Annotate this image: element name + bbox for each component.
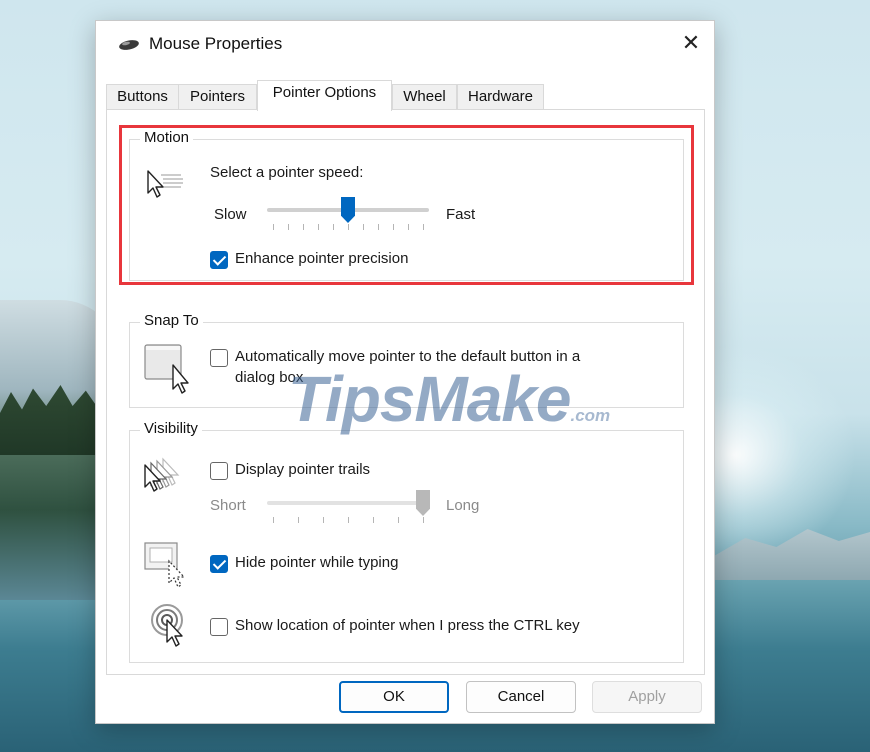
slider-tick [348, 517, 349, 523]
short-label: Short [210, 497, 246, 514]
title-bar[interactable]: Mouse Properties ✕ [96, 21, 714, 69]
trail-length-thumb[interactable] [416, 490, 430, 516]
cancel-button[interactable]: Cancel [466, 681, 576, 713]
pointer-trails-checkbox[interactable] [210, 462, 228, 480]
trail-length-slider[interactable] [267, 501, 429, 505]
show-location-checkbox[interactable] [210, 618, 228, 636]
hide-pointer-checkbox[interactable] [210, 555, 228, 573]
tab-pointers[interactable]: Pointers [178, 84, 257, 110]
mouse-icon [119, 40, 139, 50]
close-button[interactable]: ✕ [668, 21, 714, 65]
pointer-trails-icon [144, 457, 180, 492]
slider-tick [298, 517, 299, 523]
snap-to-legend: Snap To [140, 312, 203, 329]
apply-button[interactable]: Apply [592, 681, 702, 713]
window-title: Mouse Properties [149, 34, 283, 53]
slider-tick [398, 517, 399, 523]
show-location-label[interactable]: Show location of pointer when I press th… [235, 617, 580, 634]
tab-buttons[interactable]: Buttons [106, 84, 179, 110]
motion-highlight-box [119, 125, 694, 285]
snap-to-icon [144, 344, 189, 394]
pointer-trails-label[interactable]: Display pointer trails [235, 461, 370, 478]
visibility-legend: Visibility [140, 420, 202, 437]
slider-tick [373, 517, 374, 523]
close-icon: ✕ [681, 30, 701, 55]
trail-length-ticks [273, 517, 424, 523]
snap-to-label-line1[interactable]: Automatically move pointer to the defaul… [235, 348, 580, 365]
visibility-group: Visibility Display pointer trails Short … [129, 420, 684, 663]
tab-wheel[interactable]: Wheel [392, 84, 457, 110]
long-label: Long [446, 497, 480, 514]
snap-to-label-line2[interactable]: dialog box [235, 369, 303, 386]
tab-pointer-options[interactable]: Pointer Options [257, 80, 392, 111]
tab-strip: Buttons Pointers Pointer Options Wheel H… [106, 80, 706, 111]
snap-to-checkbox[interactable] [210, 349, 228, 367]
slider-tick [273, 517, 274, 523]
snap-to-group: Snap To Automatically move pointer to th… [129, 312, 684, 408]
slider-tick [323, 517, 324, 523]
hide-pointer-label[interactable]: Hide pointer while typing [235, 554, 398, 571]
tab-hardware[interactable]: Hardware [457, 84, 544, 110]
background-mountains [714, 529, 870, 580]
hide-pointer-icon [144, 542, 186, 588]
ok-button[interactable]: OK [339, 681, 449, 713]
slider-tick [423, 517, 424, 523]
show-location-icon [151, 604, 183, 647]
